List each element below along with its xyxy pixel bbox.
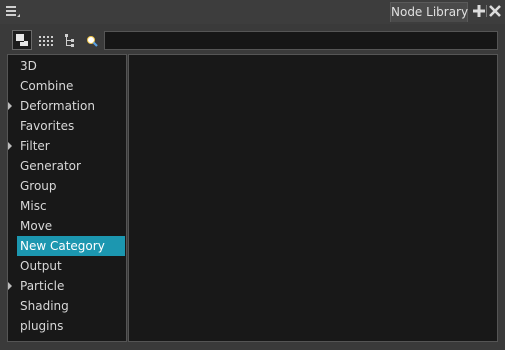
category-item-particle[interactable]: Particle bbox=[8, 276, 125, 296]
category-label: Favorites bbox=[20, 119, 75, 133]
expand-arrow-icon[interactable] bbox=[8, 282, 12, 290]
category-label: Deformation bbox=[20, 99, 95, 113]
category-list[interactable]: 3D Combine Deformation Favorites Filter … bbox=[7, 54, 127, 342]
search-icon bbox=[84, 30, 102, 50]
single-view-icon[interactable] bbox=[12, 30, 32, 50]
category-item-move[interactable]: Move bbox=[17, 216, 125, 236]
tab-node-library[interactable]: Node Library bbox=[390, 2, 468, 22]
close-icon[interactable] bbox=[488, 4, 502, 18]
search-input[interactable] bbox=[104, 31, 498, 50]
category-item-combine[interactable]: Combine bbox=[17, 76, 125, 96]
category-label: Generator bbox=[20, 159, 81, 173]
category-item-favorites[interactable]: Favorites bbox=[17, 116, 125, 136]
list-view-icon[interactable] bbox=[37, 30, 57, 50]
node-content-area[interactable] bbox=[128, 54, 498, 342]
category-label: Combine bbox=[20, 79, 74, 93]
category-label: plugins bbox=[20, 319, 64, 333]
category-label: New Category bbox=[20, 239, 105, 253]
category-item-shading[interactable]: Shading bbox=[17, 296, 125, 316]
titlebar-divider bbox=[486, 5, 487, 17]
category-label: Particle bbox=[20, 279, 65, 293]
category-item-misc[interactable]: Misc bbox=[17, 196, 125, 216]
category-label: 3D bbox=[20, 59, 37, 73]
panel-titlebar: Node Library bbox=[0, 0, 505, 24]
category-label: Group bbox=[20, 179, 57, 193]
expand-arrow-icon[interactable] bbox=[8, 102, 12, 110]
hamburger-menu-icon[interactable] bbox=[5, 4, 21, 20]
category-item-deformation[interactable]: Deformation bbox=[8, 96, 125, 116]
category-item-new-category[interactable]: New Category bbox=[17, 236, 125, 256]
category-label: Filter bbox=[20, 139, 50, 153]
category-item-filter[interactable]: Filter bbox=[8, 136, 125, 156]
category-item-generator[interactable]: Generator bbox=[17, 156, 125, 176]
category-item-3d[interactable]: 3D bbox=[17, 56, 125, 76]
category-label: Output bbox=[20, 259, 62, 273]
category-label: Move bbox=[20, 219, 53, 233]
category-item-output[interactable]: Output bbox=[17, 256, 125, 276]
category-item-plugins[interactable]: plugins bbox=[17, 316, 125, 336]
category-label: Shading bbox=[20, 299, 69, 313]
plus-icon[interactable] bbox=[472, 4, 486, 18]
category-label: Misc bbox=[20, 199, 47, 213]
tree-view-icon[interactable] bbox=[62, 30, 82, 50]
expand-arrow-icon[interactable] bbox=[8, 142, 12, 150]
category-item-group[interactable]: Group bbox=[17, 176, 125, 196]
